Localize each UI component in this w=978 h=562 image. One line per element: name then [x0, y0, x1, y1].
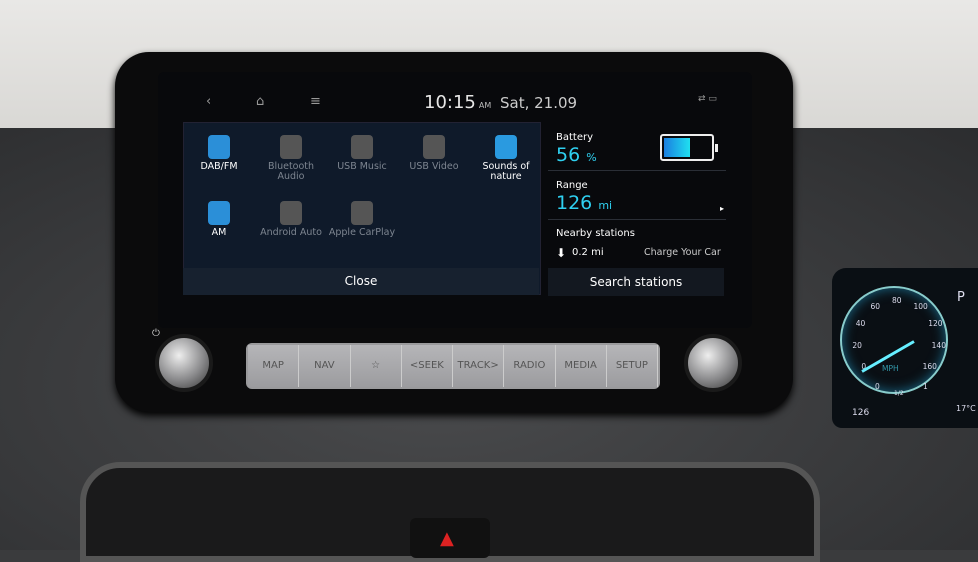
- signal-icon: ⇄ ▭: [698, 94, 717, 104]
- hard-key-favorite[interactable]: ☆: [350, 345, 402, 387]
- fuel-label: 1/2: [894, 390, 904, 397]
- battery-icon: [660, 134, 718, 161]
- date: Sat, 21.09: [500, 94, 578, 112]
- battery-fill: [664, 138, 690, 157]
- hard-key-bar: MAP NAV ☆ <SEEK TRACK> RADIO MEDIA SETUP: [246, 343, 660, 389]
- radio-icon: [208, 201, 230, 225]
- hard-key-radio[interactable]: RADIO: [504, 345, 556, 387]
- tune-knob[interactable]: [684, 334, 742, 392]
- android-auto-icon: [280, 201, 302, 225]
- hard-key-seek[interactable]: <SEEK: [401, 345, 453, 387]
- hard-key-track[interactable]: TRACK>: [453, 345, 505, 387]
- app-dab-fm[interactable]: DAB/FM: [184, 135, 254, 172]
- usb-music-icon: [351, 135, 373, 159]
- battery-value: 56 %: [556, 144, 597, 166]
- range-value[interactable]: 126 mi: [556, 192, 612, 214]
- speed-tick-label: 100: [913, 302, 928, 312]
- cluster-range: 126: [852, 408, 870, 418]
- app-android-auto[interactable]: Android Auto: [256, 201, 326, 238]
- infotainment-screen: ‹ ⌂ ≡ 10:15 AM Sat, 21.09 ⇄ ▭ DAB/FM Bluet…: [158, 72, 752, 328]
- range-number: 126: [556, 192, 593, 214]
- app-am[interactable]: AM: [184, 201, 254, 238]
- search-stations-button[interactable]: Search stations: [548, 268, 724, 296]
- divider: [548, 170, 726, 171]
- speed-tick-label: 60: [870, 302, 881, 312]
- speed-tick-label: 80: [892, 296, 902, 305]
- speed-tick-label: 20: [852, 341, 862, 351]
- menu-icon[interactable]: ≡: [310, 94, 321, 109]
- hazard-icon: ▲: [440, 528, 454, 549]
- hard-key-setup[interactable]: SETUP: [606, 345, 658, 387]
- outside-temp: 17°C: [956, 404, 976, 413]
- app-sounds-of-nature[interactable]: Sounds of nature: [471, 135, 541, 182]
- hard-key-map[interactable]: MAP: [248, 345, 300, 387]
- app-label: AM: [211, 227, 227, 238]
- app-usb-music[interactable]: USB Music: [327, 135, 397, 172]
- hazard-button[interactable]: ▲: [410, 518, 490, 558]
- speed-tick-label: 120: [928, 319, 943, 329]
- gear-indicator: P: [957, 290, 965, 305]
- app-label: USB Music: [337, 161, 387, 172]
- usb-video-icon: [423, 135, 445, 159]
- battery-label: Battery: [556, 132, 594, 143]
- radio-icon: [208, 135, 230, 159]
- app-bluetooth-audio[interactable]: Bluetooth Audio: [256, 135, 326, 182]
- home-icon[interactable]: ⌂: [256, 94, 264, 109]
- nearby-distance: 0.2 mi: [572, 247, 604, 258]
- speed-tick-label: 140: [931, 341, 946, 351]
- leaf-icon: [495, 135, 517, 159]
- clock: 10:15 AM: [424, 92, 491, 113]
- range-unit: mi: [598, 199, 613, 212]
- speed-unit: MPH: [882, 364, 899, 373]
- app-label: USB Video: [409, 161, 459, 172]
- hard-key-nav[interactable]: NAV: [299, 345, 351, 387]
- battery-unit: %: [586, 151, 597, 164]
- close-button[interactable]: Close: [183, 268, 539, 295]
- ev-panel: Battery 56 % Range 126 mi ▸ Nearby stati…: [548, 122, 728, 297]
- app-apple-carplay[interactable]: Apple CarPlay: [327, 201, 397, 238]
- speed-tick-label: 40: [855, 319, 866, 329]
- app-label: Sounds of nature: [482, 161, 530, 182]
- status-bar: ‹ ⌂ ≡ 10:15 AM Sat, 21.09 ⇄ ▭: [158, 90, 752, 118]
- power-icon: ⏻: [152, 328, 160, 339]
- arrow-down-icon: ⬇: [556, 246, 567, 260]
- nearby-label: Nearby stations: [556, 228, 635, 239]
- charge-label: Charge Your Car: [644, 247, 721, 258]
- volume-knob[interactable]: [155, 334, 213, 392]
- app-label: Apple CarPlay: [328, 227, 396, 238]
- carplay-icon: [351, 201, 373, 225]
- app-label: DAB/FM: [200, 161, 238, 172]
- range-label: Range: [556, 180, 588, 191]
- app-label: Bluetooth Audio: [267, 161, 315, 182]
- speed-tick-label: 160: [922, 361, 937, 371]
- chevron-right-icon[interactable]: ▸: [720, 204, 724, 213]
- fuel-label: 0: [875, 382, 880, 391]
- divider: [548, 219, 726, 220]
- bluetooth-audio-icon: [280, 135, 302, 159]
- instrument-cluster: MPH P 126 17°C 0 1/2 1 0 20 40 60 80 100 120 14…: [832, 268, 978, 428]
- hard-key-media[interactable]: MEDIA: [555, 345, 607, 387]
- back-icon[interactable]: ‹: [206, 94, 211, 109]
- battery-number: 56: [556, 144, 581, 166]
- time: 10:15: [424, 92, 476, 113]
- fuel-label: 1: [923, 382, 928, 391]
- app-usb-video[interactable]: USB Video: [399, 135, 469, 172]
- app-label: Android Auto: [260, 227, 322, 238]
- ampm: AM: [478, 101, 492, 110]
